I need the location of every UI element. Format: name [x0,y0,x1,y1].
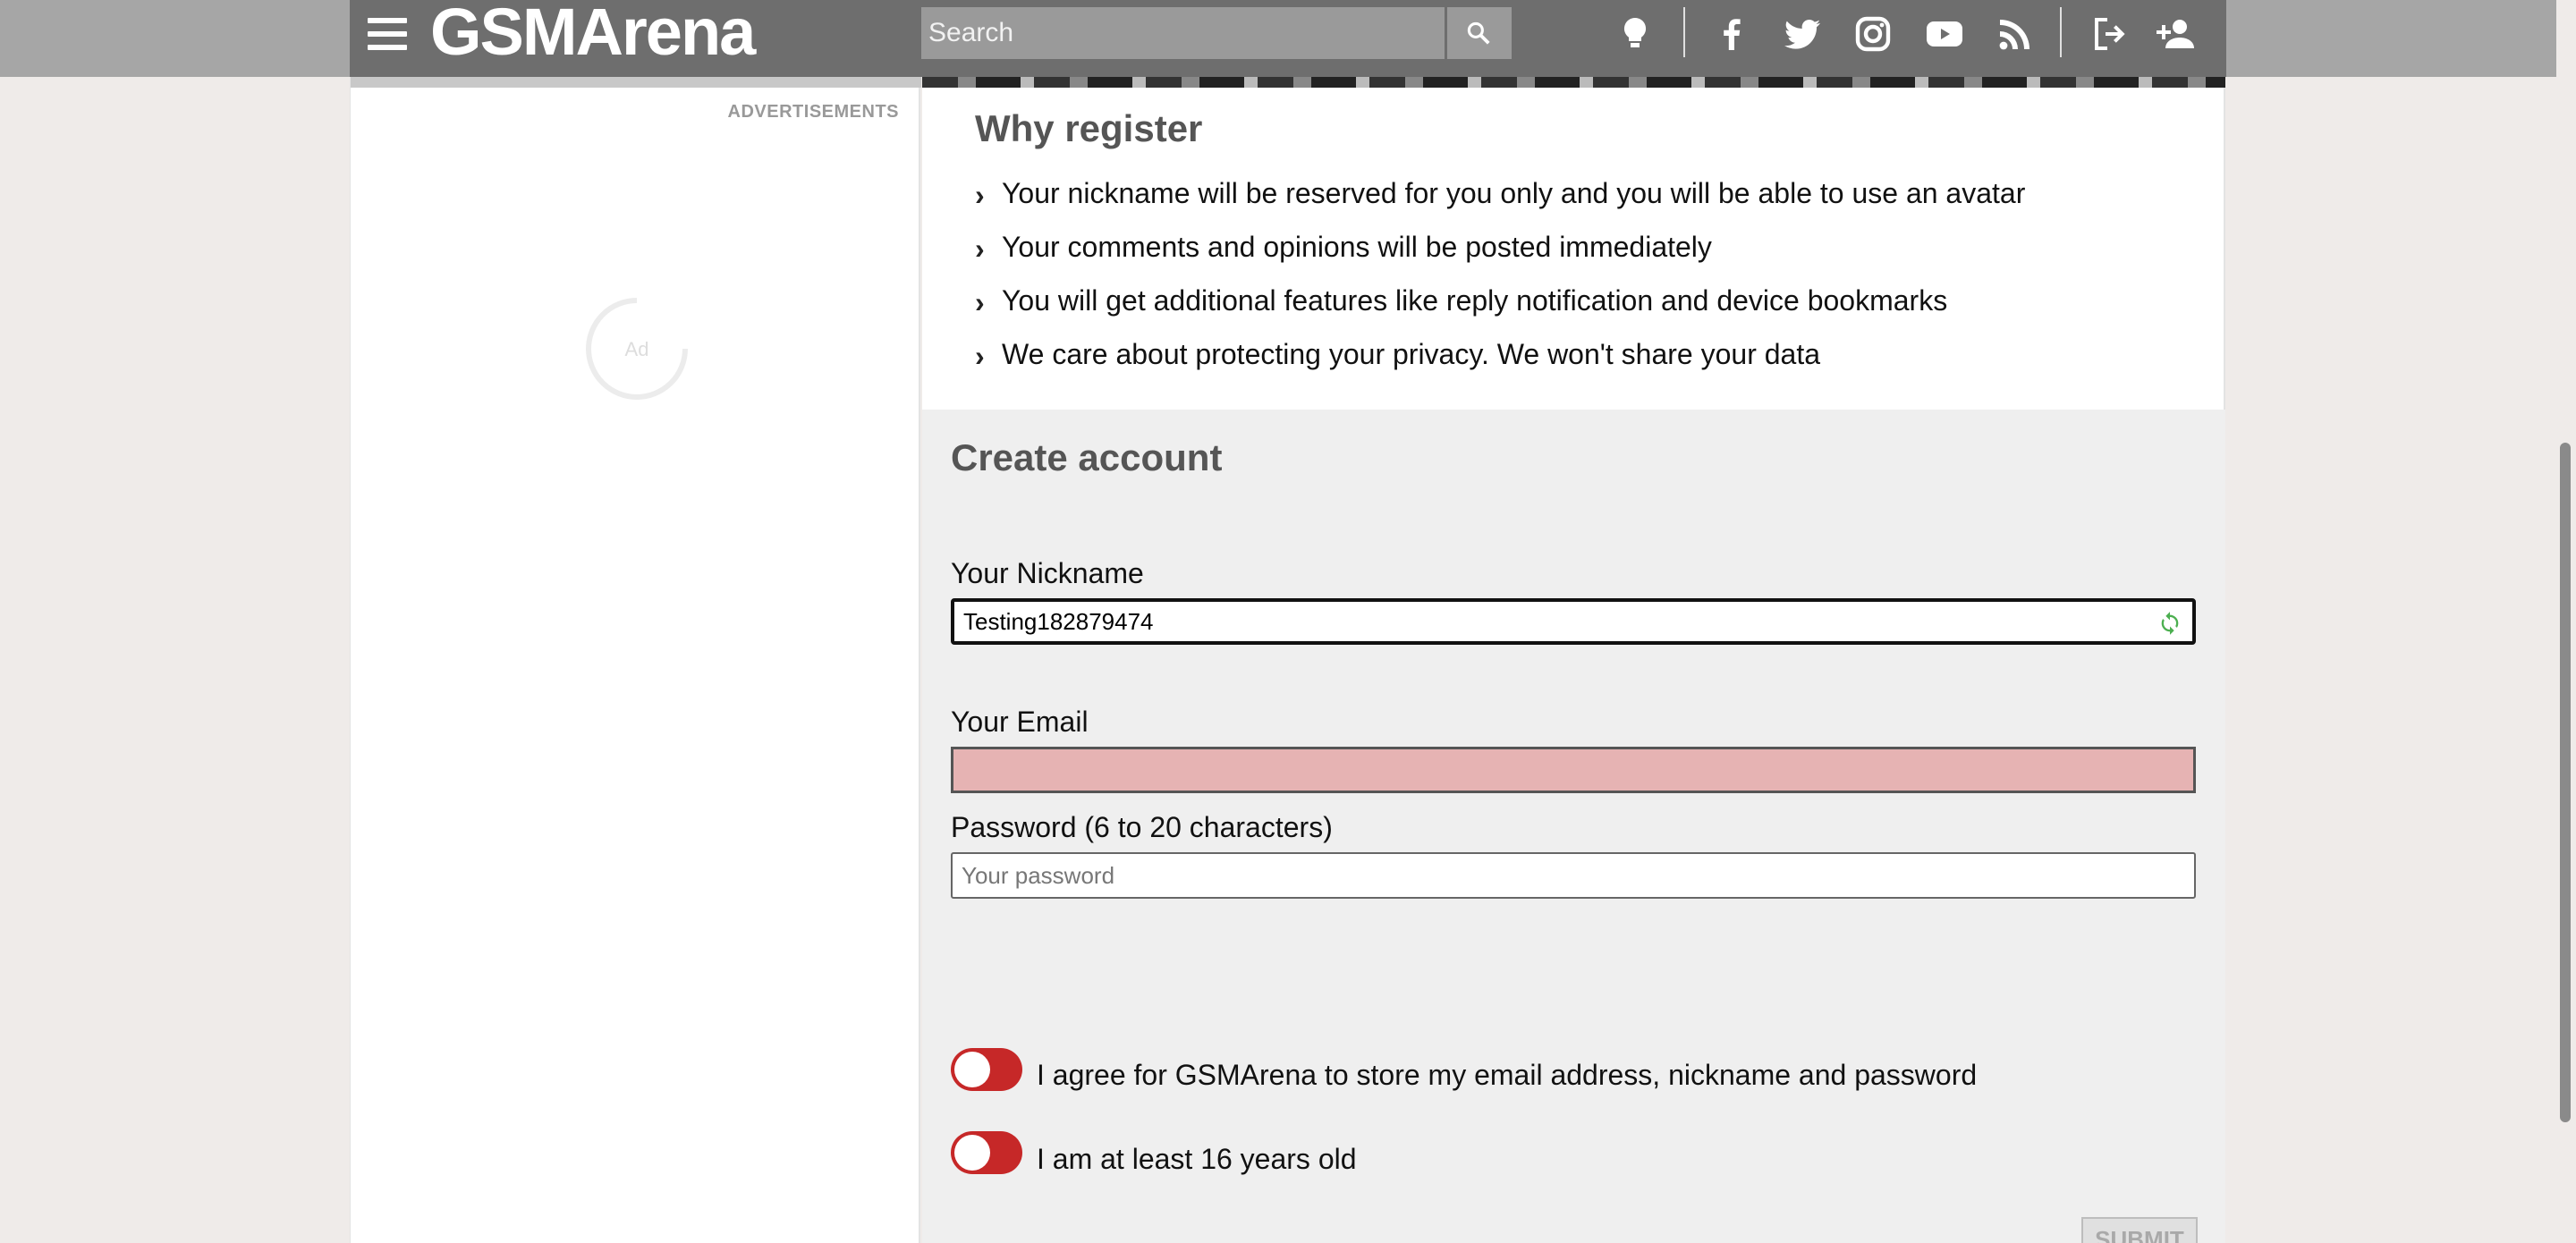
hero-image-strip [922,77,2225,88]
chevron-right-icon: › [975,179,985,211]
facebook-icon[interactable] [1710,13,1753,55]
create-account-form: Create account Your Nickname Your Email … [922,410,2225,1243]
twitter-icon[interactable] [1781,13,1824,55]
list-item: › Your nickname will be reserved for you … [975,177,2026,211]
refresh-icon[interactable] [2157,611,2182,636]
toggle-knob [954,1052,990,1087]
search-icon [1467,21,1490,45]
agree-toggle[interactable] [951,1048,1022,1091]
youtube-icon[interactable] [1923,13,1966,55]
list-item: › You will get additional features like r… [975,284,1948,318]
instagram-icon[interactable] [1852,13,1894,55]
login-icon[interactable] [2086,13,2129,55]
nickname-field[interactable] [951,598,2196,645]
chevron-right-icon: › [975,233,985,265]
header-divider [1683,7,1685,57]
ad-placeholder-text: Ad [625,338,649,360]
email-field[interactable] [951,747,2196,793]
why-register-list: › Your nickname will be reserved for you … [975,175,2025,390]
password-label: Password (6 to 20 characters) [951,811,1333,843]
sidebar-top-strip [351,77,921,88]
search-input[interactable] [921,7,1445,59]
header-divider [2060,7,2062,57]
create-account-title: Create account [951,436,1223,478]
nickname-label: Your Nickname [951,557,1144,589]
age-label: I am at least 16 years old [1037,1143,1357,1175]
chevron-right-icon: › [975,286,985,318]
site-logo[interactable]: GSMArena [430,0,756,65]
why-register-title: Why register [975,107,1203,149]
chevron-right-icon: › [975,340,985,372]
sidebar: ADVERTISEMENTS Ad [350,77,921,1243]
lightbulb-icon[interactable] [1614,13,1657,55]
header: GSMArena [350,0,2226,77]
top-bar: GSMArena [0,0,2576,77]
toggle-knob [954,1135,990,1171]
ad-loading-spinner: Ad [583,295,691,402]
rss-icon[interactable] [1994,13,2037,55]
search-button[interactable] [1447,7,1512,59]
main-content: Why register › Your nickname will be rese… [922,77,2225,1243]
scrollbar-thumb[interactable] [2560,443,2571,1122]
submit-button[interactable]: SUBMIT [2081,1217,2198,1243]
ads-label: ADVERTISEMENTS [727,102,899,122]
agree-label: I agree for GSMArena to store my email a… [1037,1059,1978,1091]
add-user-icon[interactable] [2155,13,2198,55]
age-toggle[interactable] [951,1131,1022,1174]
list-item: › We care about protecting your privacy. … [975,338,1821,372]
list-item: › Your comments and opinions will be post… [975,231,1712,265]
password-field[interactable] [951,852,2196,899]
email-label: Your Email [951,706,1089,738]
menu-icon[interactable] [368,18,407,50]
